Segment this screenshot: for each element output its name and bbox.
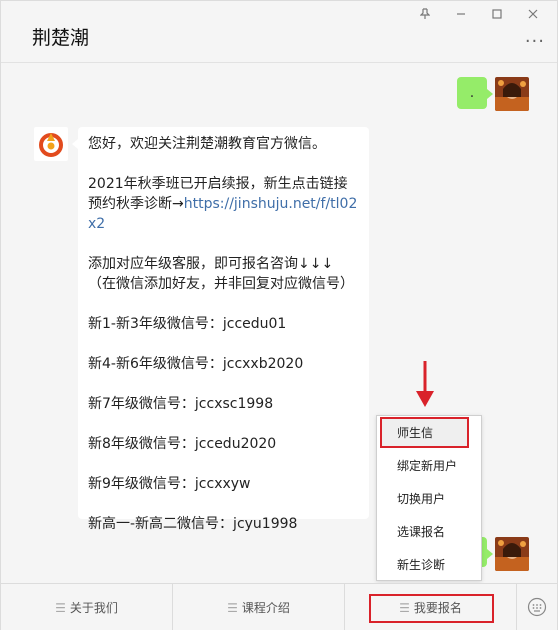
- keyboard-toggle-button[interactable]: [517, 584, 557, 630]
- menu-lines-icon: ☰: [55, 600, 66, 615]
- keyboard-icon: [527, 597, 547, 617]
- message-line: 新高一-新高二微信号：jcyu1998: [88, 516, 298, 532]
- maximize-icon[interactable]: [479, 3, 515, 25]
- message-line: 您好，欢迎关注荆楚潮教育官方微信。: [88, 136, 326, 152]
- chat-window: 荆楚潮 ··· . 您好，欢迎关注荆楚潮教育官方微信。 2021年秋季班已开启续…: [0, 0, 558, 630]
- my-avatar[interactable]: [495, 77, 529, 111]
- message-line: 新9年级微信号：jccxxyw: [88, 476, 251, 492]
- message-line-with-link: 2021年秋季班已开启续报，新生点击链接预约秋季诊断→https://jinsh…: [88, 174, 359, 234]
- tab-label: 关于我们: [69, 601, 118, 615]
- message-line: 添加对应年级客服，即可报名咨询↓↓↓（在微信添加好友，并非回复对应微信号）: [88, 256, 354, 292]
- tab-course-intro[interactable]: ☰ 课程介绍: [173, 584, 345, 630]
- menu-item-new-student-diagnosis[interactable]: 新生诊断: [377, 548, 481, 581]
- register-tab-highlight: [369, 594, 494, 623]
- my-avatar-2[interactable]: [495, 537, 529, 571]
- registration-submenu: 师生信 绑定新用户 切换用户 选课报名 新生诊断: [376, 415, 482, 581]
- logo-icon: [39, 133, 63, 157]
- welcome-message: 您好，欢迎关注荆楚潮教育官方微信。 2021年秋季班已开启续报，新生点击链接预约…: [72, 127, 369, 532]
- message-line: 新8年级微信号：jccedu2020: [88, 436, 277, 452]
- arrow-down-icon: [416, 361, 434, 407]
- close-icon[interactable]: [515, 3, 551, 25]
- menu-lines-icon: ☰: [227, 600, 238, 615]
- message-line: 新1-新3年级微信号：jccedu01: [88, 316, 287, 332]
- menu-item-bind-new-user[interactable]: 绑定新用户: [377, 449, 481, 482]
- menu-item-teacher-student-letter[interactable]: 师生信: [380, 417, 469, 448]
- message-line: 新7年级微信号：jccxsc1998: [88, 396, 274, 412]
- more-options-button[interactable]: ···: [525, 31, 545, 52]
- official-account-avatar[interactable]: [34, 127, 68, 161]
- my-message-text: .: [469, 85, 475, 101]
- message-line: 新4-新6年级微信号：jccxxb2020: [88, 356, 304, 372]
- chat-title: 荆楚潮: [32, 27, 90, 49]
- pin-icon[interactable]: [407, 3, 443, 25]
- menu-item-switch-user[interactable]: 切换用户: [377, 482, 481, 515]
- tab-about-us[interactable]: ☰ 关于我们: [1, 584, 173, 630]
- window-controls: [407, 3, 551, 25]
- minimize-icon[interactable]: [443, 3, 479, 25]
- menu-item-course-registration[interactable]: 选课报名: [377, 515, 481, 548]
- tab-label: 课程介绍: [241, 601, 290, 615]
- my-message-bubble[interactable]: .: [457, 77, 493, 109]
- title-bar: 荆楚潮 ···: [1, 1, 557, 63]
